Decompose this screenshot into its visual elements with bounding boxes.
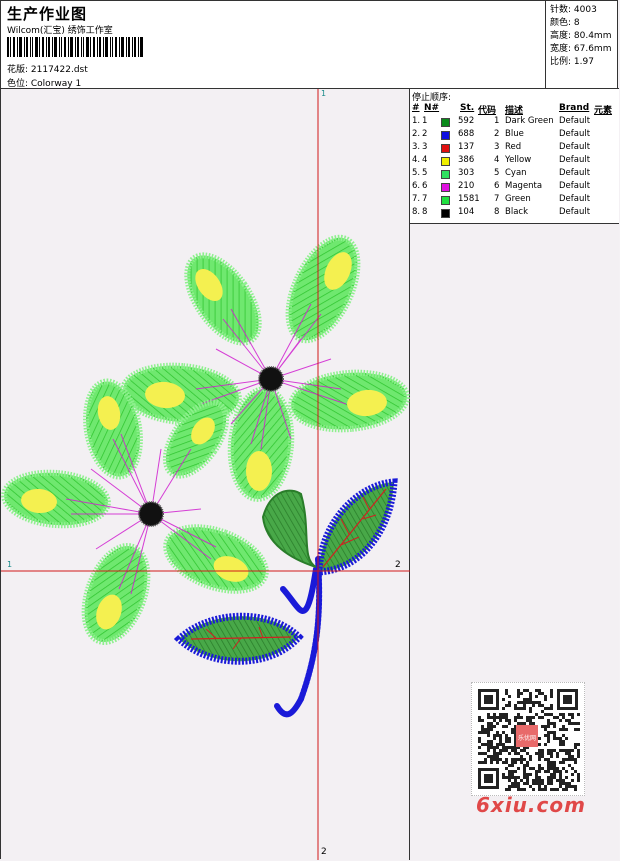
col-brand: Brand [559,103,590,113]
col-desc: 描述 [505,106,524,116]
leaf-right [315,478,398,576]
row-stitches: 592 [458,116,475,126]
table-title: 停止顺序: [412,93,452,103]
color-swatch [441,144,450,153]
row-brand: Default [559,116,591,126]
row-description: Yellow [505,155,532,165]
col-element: 元素 [594,106,613,116]
row-description: Cyan [505,168,527,178]
row-code: 4 [494,155,500,165]
row-needle: 6 [422,181,428,191]
leaf-left [173,612,304,665]
qr-code: 乐优网 [471,682,585,796]
colorway: 色位: Colorway 1 [7,79,82,89]
row-needle: 2 [422,129,428,139]
row-description: Dark Green [505,116,554,126]
row-description: Green [505,194,531,204]
table-row: 6. 6 210 6 Magenta Default [410,181,619,194]
row-number: 6. [412,181,421,191]
row-needle: 8 [422,207,428,217]
row-code: 3 [494,142,500,152]
color-count: 颜色: 8 [550,18,580,28]
row-brand: Default [559,155,591,165]
color-swatch [441,209,450,218]
row-number: 3. [412,142,421,152]
row-needle: 3 [422,142,428,152]
leaf-small [261,489,317,568]
row-code: 1 [494,116,500,126]
row-stitches: 104 [458,207,475,217]
row-number: 4. [412,155,421,165]
row-number: 8. [412,207,421,217]
row-description: Blue [505,129,524,139]
col-stitches: St. [460,103,475,113]
row-stitches: 303 [458,168,475,178]
software-label: Wilcom(汇宝) 绣饰工作室 [7,26,113,36]
row-brand: Default [559,181,591,191]
axis-label-right: 2 [395,560,401,570]
row-needle: 4 [422,155,428,165]
table-row: 2. 2 688 2 Blue Default [410,129,619,142]
stitch-count: 针数: 4003 [550,5,597,15]
table-row: 8. 8 104 8 Black Default [410,207,619,220]
barcode [7,37,143,57]
color-swatch [441,131,450,140]
row-stitches: 1581 [458,194,480,204]
row-needle: 5 [422,168,428,178]
table-row: 7. 7 1581 7 Green Default [410,194,619,207]
row-number: 7. [412,194,421,204]
color-swatch [441,196,450,205]
header: 生产作业图 Wilcom(汇宝) 绣饰工作室 花版: 2117422.dst 色… [1,1,619,89]
axis-label-top: 1 [321,89,327,98]
col-code: 代码 [478,106,497,116]
side-panel: 停止顺序: # N# St. 代码 描述 Brand 元素 1. 1 592 1 Dar… [410,89,619,860]
table-row: 1. 1 592 1 Dark Green Default [410,116,619,129]
design-stats: 针数: 4003 颜色: 8 高度: 80.4mm 宽度: 67.6mm 比例:… [545,1,619,89]
row-stitches: 210 [458,181,475,191]
axis-label-bottom: 2 [321,847,327,857]
watermark-logo: 6xiu.com [476,793,586,817]
qr-center-text: 乐优网 [518,734,536,742]
row-code: 8 [494,207,500,217]
row-stitches: 137 [458,142,475,152]
embroidery-design [1,89,410,860]
design-canvas: 1 2 1 2 [1,89,410,860]
design-height: 高度: 80.4mm [550,31,612,41]
row-code: 5 [494,168,500,178]
col-n: N# [424,103,440,113]
pattern-file: 花版: 2117422.dst [7,65,88,75]
table-row: 5. 5 303 5 Cyan Default [410,168,619,181]
col-num: # [412,103,420,113]
row-brand: Default [559,142,591,152]
row-code: 2 [494,129,500,139]
color-swatch [441,118,450,127]
table-row: 4. 4 386 4 Yellow Default [410,155,619,168]
row-description: Black [505,207,528,217]
design-scale: 比例: 1.97 [550,57,594,67]
axis-label-left: 1 [7,560,13,569]
row-stitches: 386 [458,155,475,165]
color-swatch [441,183,450,192]
row-number: 2. [412,129,421,139]
row-brand: Default [559,207,591,217]
color-swatch [441,170,450,179]
color-swatch [441,157,450,166]
page-title: 生产作业图 [7,5,88,23]
row-stitches: 688 [458,129,475,139]
row-brand: Default [559,129,591,139]
row-brand: Default [559,168,591,178]
worksheet: 生产作业图 Wilcom(汇宝) 绣饰工作室 花版: 2117422.dst 色… [0,0,619,860]
row-needle: 1 [422,116,428,126]
table-row: 3. 3 137 3 Red Default [410,142,619,155]
design-width: 宽度: 67.6mm [550,44,612,54]
row-code: 6 [494,181,500,191]
row-needle: 7 [422,194,428,204]
color-stop-table: 停止顺序: # N# St. 代码 描述 Brand 元素 1. 1 592 1 Dar… [410,89,619,224]
row-description: Magenta [505,181,543,191]
row-code: 7 [494,194,500,204]
row-brand: Default [559,194,591,204]
row-description: Red [505,142,522,152]
row-number: 1. [412,116,421,126]
row-number: 5. [412,168,421,178]
